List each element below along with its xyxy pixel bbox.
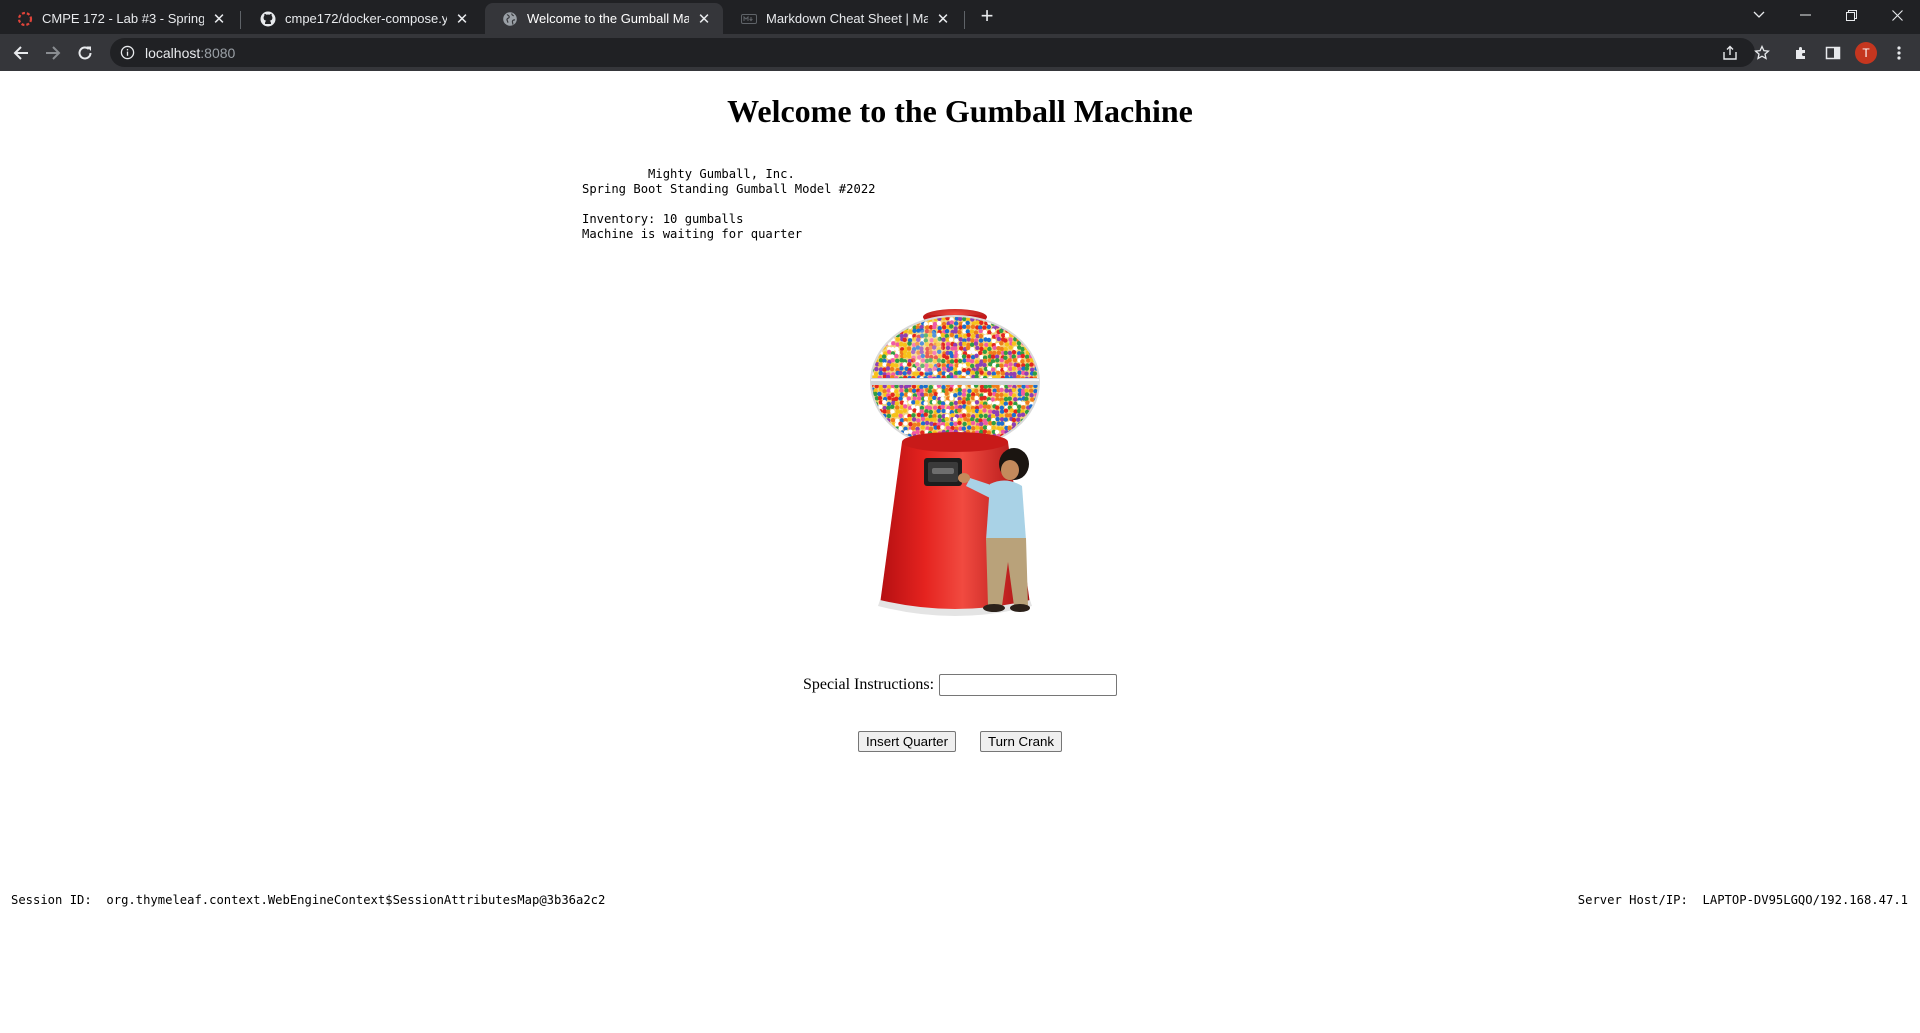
url-port: :8080 [200,44,236,61]
forward-arrow-icon[interactable] [40,40,66,66]
tab-divider [240,11,241,29]
close-tab-icon[interactable]: ✕ [453,10,471,28]
insert-quarter-button[interactable]: Insert Quarter [857,731,956,752]
session-id-info: Session ID: org.thymeleaf.context.WebEng… [11,893,605,907]
special-instructions-label: Special Instructions: [802,676,935,693]
machine-state-line: Machine is waiting for quarter [582,227,803,241]
url-host: localhost [145,44,201,61]
server-host-label: Server Host/IP: [1577,893,1688,907]
machine-status-text: Mighty Gumball, Inc. Spring Boot Standin… [582,167,876,242]
model-line: Spring Boot Standing Gumball Model #2022 [582,182,876,196]
close-tab-icon[interactable]: ✕ [934,10,952,28]
tab-title: Markdown Cheat Sheet | Markdo [766,11,928,26]
tab-docker-compose[interactable]: cmpe172/docker-compose.yaml ✕ [243,3,481,34]
markdown-icon [741,11,757,27]
gumball-machine-image [870,309,1040,616]
page-content: Welcome to the Gumball Machine Mighty Gu… [0,71,1920,1033]
close-tab-icon[interactable]: ✕ [210,10,228,28]
site-info-icon[interactable] [120,45,135,60]
browser-toolbar: localhost:8080 T [0,34,1920,71]
kebab-menu-icon[interactable] [1886,40,1912,66]
new-tab-button[interactable]: + [976,5,998,28]
page-title: Welcome to the Gumball Machine [727,93,1193,129]
company-line: Mighty Gumball, Inc. [582,167,795,181]
extensions-icon[interactable] [1788,40,1814,66]
tab-search-icon[interactable] [1736,0,1782,30]
tab-strip: CMPE 172 - Lab #3 - Spring Gum ✕ cmpe172… [0,0,1920,34]
address-bar[interactable]: localhost:8080 [110,38,1755,67]
server-host-info: Server Host/IP: LAPTOP-DV95LGQO/192.168.… [1578,893,1908,907]
tab-title: CMPE 172 - Lab #3 - Spring Gum [42,11,204,26]
tab-title: cmpe172/docker-compose.yaml [285,11,447,26]
side-panel-icon[interactable] [1820,40,1846,66]
reload-icon[interactable] [72,40,98,66]
session-id-value: org.thymeleaf.context.WebEngineContext$S… [106,893,606,907]
bookmark-star-icon[interactable] [1749,40,1775,66]
server-host-value: LAPTOP-DV95LGQO/192.168.47.1 [1702,893,1908,907]
inventory-line: Inventory: 10 gumballs [582,212,744,226]
turn-crank-button[interactable]: Turn Crank [980,731,1063,752]
tab-divider [964,11,965,29]
restore-icon[interactable] [1828,0,1874,30]
session-id-label: Session ID: [11,893,92,907]
globe-icon [502,11,518,27]
tab-title: Welcome to the Gumball Machin [527,11,689,26]
tab-markdown-cheat-sheet[interactable]: Markdown Cheat Sheet | Markdo ✕ [724,3,962,34]
close-window-icon[interactable] [1874,0,1920,30]
minimize-icon[interactable] [1782,0,1828,30]
tab-gumball-machine[interactable]: Welcome to the Gumball Machin ✕ [485,3,723,34]
github-icon [260,11,276,27]
special-instructions-input[interactable] [939,674,1118,696]
cmpe-favicon-icon [17,11,33,27]
profile-avatar[interactable]: T [1855,42,1877,64]
back-arrow-icon[interactable] [8,40,34,66]
close-tab-icon[interactable]: ✕ [695,10,713,28]
action-buttons: Insert Quarter Turn Crank [0,731,1920,752]
share-icon[interactable] [1717,40,1743,66]
tab-cmpe-lab[interactable]: CMPE 172 - Lab #3 - Spring Gum ✕ [0,3,238,34]
special-instructions-row: Special Instructions: [0,674,1920,696]
